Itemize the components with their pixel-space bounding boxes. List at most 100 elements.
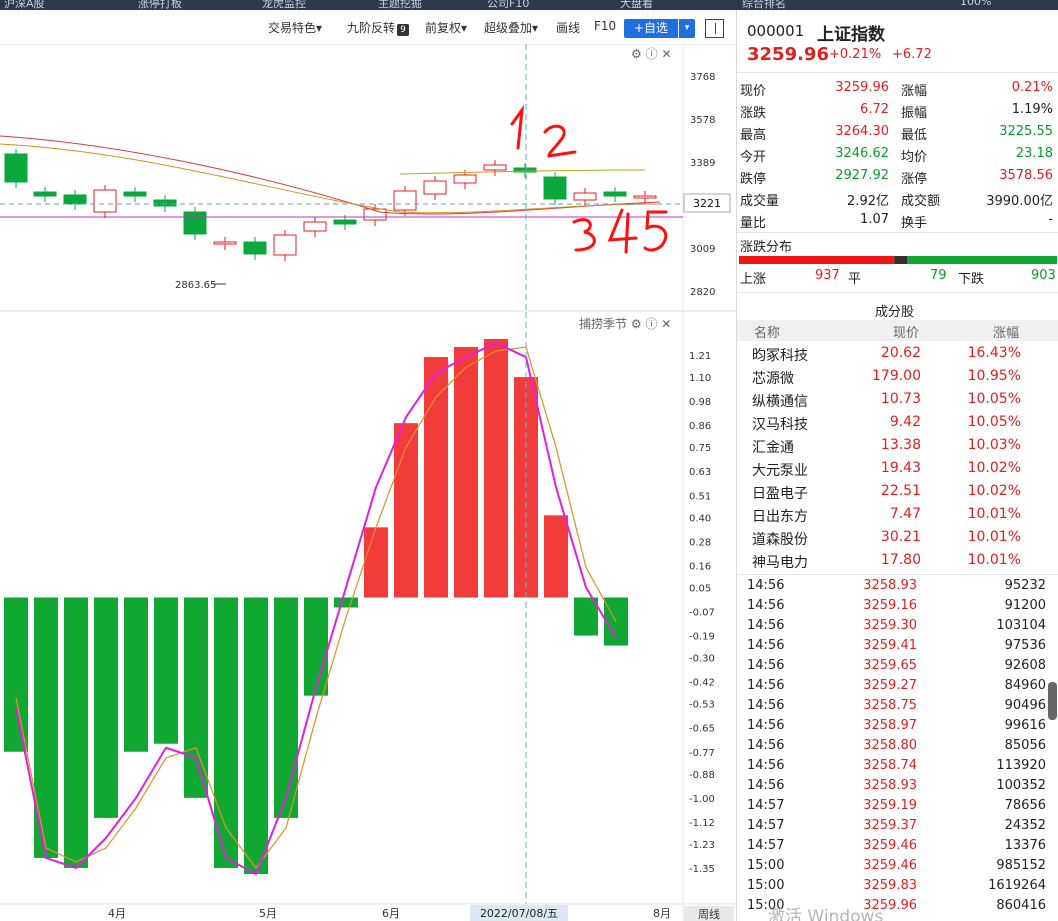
tick-volume: 113920 <box>996 758 1046 773</box>
constituent-row[interactable]: 道森股份 30.21 10.01% <box>737 526 1058 549</box>
divider <box>737 574 1058 575</box>
settings-icon[interactable]: ⚙ <box>631 47 642 61</box>
nav-item[interactable]: 涨停打板 <box>138 0 182 10</box>
constituent-row[interactable]: 神马电力 17.80 10.01% <box>737 549 1058 572</box>
indicator-title[interactable]: 捕捞季节 <box>579 317 627 331</box>
constituent-row[interactable]: 日盈电子 22.51 10.02% <box>737 480 1058 503</box>
favorite-dropdown-button[interactable]: ▾ <box>679 19 695 38</box>
tick-row: 14:57 3259.37 24352 <box>737 816 1058 836</box>
tick-volume: 78656 <box>1004 798 1046 813</box>
quote-row: 今开 3246.62 均价 23.18 <box>737 143 1058 165</box>
candle-body <box>183 211 207 235</box>
tick-time: 14:56 <box>747 618 785 633</box>
candle-body <box>333 219 357 225</box>
indicator-bar <box>454 347 478 598</box>
nine-reversal-button[interactable]: 九阶反转 9 <box>347 19 410 36</box>
tick-volume: 85056 <box>1004 738 1046 753</box>
stock-code: 000001 <box>747 22 805 40</box>
indicator-bar <box>244 597 268 874</box>
tick-volume: 24352 <box>1004 818 1046 833</box>
quote-row: 最高 3264.30 最低 3225.55 <box>737 121 1058 143</box>
add-favorite-button[interactable]: +自选 <box>624 19 678 38</box>
tick-row: 14:56 3258.93 100352 <box>737 776 1058 796</box>
nav-item[interactable]: 公司F10 <box>487 0 529 10</box>
close-icon[interactable]: ✕ <box>661 317 671 331</box>
draw-line-button[interactable]: 画线 <box>556 19 580 36</box>
indicator-chart[interactable]: 1.21 1.10 0.98 0.86 0.75 0.63 0.51 0.40 0.28 0.16… <box>0 312 736 921</box>
help-icon[interactable]: ⓘ <box>645 317 657 331</box>
chart-area[interactable]: 3768 3578 3389 3009 2820 3221 2863.65 ⚙ ⓘ ✕ … <box>0 44 736 921</box>
distribution-down-segment <box>907 256 1057 264</box>
low-annotation: 2863.65 <box>175 280 216 291</box>
quote-label: 成交额 <box>901 194 941 209</box>
settings-icon[interactable]: ⚙ <box>631 317 642 331</box>
quote-row: 成交量 2.92亿 成交额 3990.00亿 <box>737 187 1058 209</box>
kline-controls[interactable]: ⚙ ⓘ ✕ <box>631 45 672 62</box>
constituent-row[interactable]: 大元泵业 19.43 10.02% <box>737 457 1058 480</box>
quote-row: 现价 3259.96 涨幅 0.21% <box>737 77 1058 99</box>
tick-row: 14:56 3259.27 84960 <box>737 676 1058 696</box>
header-price[interactable]: 现价 <box>893 322 919 341</box>
quote-label: 成交量 <box>740 194 780 209</box>
nav-item[interactable]: 沪深A股 <box>4 0 45 10</box>
constituent-pct: 10.02% <box>967 460 1021 476</box>
overlay-dropdown[interactable]: 超级叠加▾ <box>484 19 538 36</box>
indicator-tick-label: 0.98 <box>689 397 711 408</box>
constituent-row[interactable]: 芯源微 179.00 10.95% <box>737 365 1058 388</box>
quote-value: 1.19% <box>1011 102 1053 117</box>
constituent-price: 13.38 <box>880 437 921 453</box>
constituent-name: 神马电力 <box>752 555 808 571</box>
candle-body <box>33 191 57 197</box>
constituent-name: 昀冢科技 <box>752 348 808 364</box>
nav-item[interactable]: 大盘看 <box>620 0 653 10</box>
tick-price: 3259.65 <box>863 658 917 673</box>
adjust-dropdown[interactable]: 前复权▾ <box>425 19 467 36</box>
nav-item[interactable]: 主题挖掘 <box>378 0 422 10</box>
header-pct[interactable]: 涨幅 <box>993 322 1019 341</box>
divider <box>737 232 1058 233</box>
trade-feature-dropdown[interactable]: 交易特色▾ <box>268 19 322 36</box>
close-icon[interactable]: ✕ <box>661 47 671 61</box>
f10-button[interactable]: F10 <box>594 19 616 33</box>
nav-item[interactable]: 综合排名 <box>742 0 786 10</box>
constituent-row[interactable]: 昀冢科技 20.62 16.43% <box>737 342 1058 365</box>
tick-price: 3259.46 <box>863 858 917 873</box>
period-label[interactable]: 周线 <box>698 907 720 921</box>
quote-value: 3246.62 <box>835 146 889 161</box>
down-count: 903 <box>1031 268 1056 283</box>
nav-item[interactable]: 龙虎监控 <box>262 0 306 10</box>
price-tag: 3221 <box>693 197 721 210</box>
tick-time: 14:56 <box>747 638 785 653</box>
tick-row: 14:56 3259.30 103104 <box>737 616 1058 636</box>
quote-row: 跌停 2927.92 涨停 3578.56 <box>737 165 1058 187</box>
candle-body <box>483 164 507 171</box>
indicator-tick-label: 1.10 <box>689 373 711 384</box>
indicator-bar <box>394 423 418 598</box>
indicator-bar <box>424 357 448 598</box>
tick-time: 14:57 <box>747 798 785 813</box>
panel-toggle-icon[interactable] <box>705 19 724 38</box>
indicator-controls: 捕捞季节 ⚙ ⓘ ✕ <box>579 315 671 332</box>
constituent-pct: 10.03% <box>967 437 1021 453</box>
constituent-row[interactable]: 纵横通信 10.73 10.05% <box>737 388 1058 411</box>
candle-body <box>273 234 297 256</box>
indicator-tick-label: -1.23 <box>689 840 715 851</box>
header-name[interactable]: 名称 <box>754 322 780 341</box>
scrollbar-thumb[interactable] <box>1048 682 1057 720</box>
change-value: +6.72 <box>892 47 932 62</box>
constituent-price: 7.47 <box>889 506 921 522</box>
constituent-row[interactable]: 汇金通 13.38 10.03% <box>737 434 1058 457</box>
constituent-name: 纵横通信 <box>752 394 808 410</box>
indicator-bar <box>484 339 508 598</box>
quote-value: 3578.56 <box>999 168 1053 183</box>
chevron-down-icon: ▾ <box>316 21 323 35</box>
constituent-row[interactable]: 汉马科技 9.42 10.05% <box>737 411 1058 434</box>
overlay-label: 超级叠加 <box>484 21 533 35</box>
tick-row: 14:57 3259.19 78656 <box>737 796 1058 816</box>
indicator-bar <box>4 597 28 752</box>
candlesticks <box>0 135 683 261</box>
kline-chart[interactable]: 3768 3578 3389 3009 2820 3221 2863.65 <box>0 44 736 312</box>
price-tick-label: 3768 <box>690 72 715 83</box>
constituent-row[interactable]: 日出东方 7.47 10.01% <box>737 503 1058 526</box>
help-icon[interactable]: ⓘ <box>646 47 658 61</box>
